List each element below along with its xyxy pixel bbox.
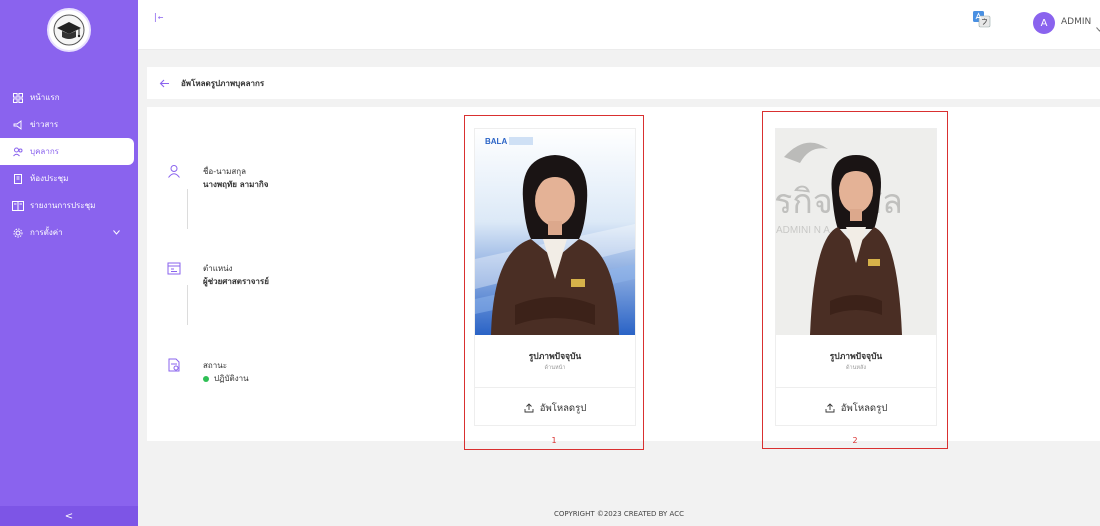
- position-value: ผู้ช่วยศาสตราจารย์: [203, 277, 269, 286]
- sidebar: หน้าแรก ข่าวสาร บุคลากร ห้องประชุม รายงา…: [0, 0, 138, 526]
- user-icon: [167, 163, 181, 178]
- gear-icon: [12, 227, 24, 239]
- chevron-down-icon: [113, 228, 120, 237]
- upload-back-button[interactable]: อัพโหลดรูป: [776, 393, 936, 423]
- sidebar-item-label: การตั้งค่า: [30, 228, 63, 237]
- sidebar-item-meeting-room[interactable]: ห้องประชุม: [0, 165, 134, 192]
- upload-icon: [825, 403, 835, 413]
- photo-card-front: BALA รูปภาพปัจจุบัน ด้านหน้า อัพโหลดรูป: [474, 128, 636, 426]
- calendar-icon: [167, 260, 181, 275]
- frame-number: 2: [852, 436, 858, 445]
- university-logo: [47, 8, 91, 52]
- upload-label: อัพโหลดรูป: [840, 402, 888, 414]
- status-dot: [203, 375, 209, 382]
- name-label: ชื่อ-นามสกุล: [203, 167, 246, 176]
- position-label: ตำแหน่ง: [203, 264, 233, 273]
- sidebar-item-settings[interactable]: การตั้งค่า: [0, 219, 134, 246]
- brand-logo-text: BALA: [485, 137, 507, 146]
- photo-card-back: รกิจ ะศิล ADMINI N A รูปภาพปัจจุบัน ด้าน…: [775, 128, 937, 426]
- photo-side: ด้านหน้า: [544, 365, 566, 371]
- sidebar-item-news[interactable]: ข่าวสาร: [0, 111, 134, 138]
- footer-copyright: COPYRIGHT ©2023 CREATED BY ACC: [554, 510, 684, 518]
- portrait-photo-front: BALA: [475, 129, 635, 335]
- chevron-left-icon: <: [64, 510, 74, 522]
- timeline-line: [187, 189, 188, 229]
- upload-front-button[interactable]: อัพโหลดรูป: [475, 393, 635, 423]
- sidebar-menu: หน้าแรก ข่าวสาร บุคลากร ห้องประชุม รายงา…: [0, 84, 138, 246]
- sidebar-collapse-button[interactable]: <: [0, 506, 138, 526]
- sidebar-item-home[interactable]: หน้าแรก: [0, 84, 134, 111]
- door-icon: [12, 173, 24, 185]
- sidebar-item-meeting-report[interactable]: รายงานการประชุม: [0, 192, 134, 219]
- users-icon: [12, 146, 24, 158]
- sidebar-item-label: บุคลากร: [30, 147, 59, 156]
- photo-side: ด้านหลัง: [845, 365, 867, 371]
- name-value: นางพฤทัย ลามากิจ: [203, 180, 269, 189]
- chevron-down-icon[interactable]: [1096, 17, 1100, 36]
- status-label: สถานะ: [203, 361, 227, 370]
- card-divider: [475, 387, 635, 388]
- frame-number: 1: [551, 436, 557, 445]
- content-card: ชื่อ-นามสกุล นางพฤทัย ลามากิจ ตำแหน่ง ผู…: [147, 107, 1100, 450]
- photo-frame-2: รกิจ ะศิล ADMINI N A รูปภาพปัจจุบัน ด้าน…: [762, 111, 948, 449]
- sidebar-toggle-button[interactable]: |←: [150, 10, 166, 26]
- sidebar-item-label: ข่าวสาร: [30, 120, 59, 129]
- card-divider: [776, 387, 936, 388]
- user-name[interactable]: ADMIN: [1061, 17, 1091, 27]
- topbar: |← A ADMIN: [138, 0, 1100, 50]
- grid-icon: [12, 92, 24, 104]
- translate-icon[interactable]: [972, 10, 992, 28]
- document-icon: [167, 357, 181, 372]
- page-title: อัพโหลดรูปภาพบุคลากร: [181, 77, 265, 88]
- upload-label: อัพโหลดรูป: [539, 402, 587, 414]
- report-icon: [12, 200, 24, 212]
- timeline-line: [187, 285, 188, 325]
- sidebar-item-personnel[interactable]: บุคลากร: [0, 138, 134, 165]
- sidebar-item-label: รายงานการประชุม: [30, 201, 96, 210]
- background-sign-subtext: ADMINI N A: [776, 225, 830, 236]
- megaphone-icon: [12, 119, 24, 131]
- logo-wrap: [0, 0, 138, 84]
- sidebar-item-label: ห้องประชุม: [30, 174, 69, 183]
- photo-caption: รูปภาพปัจจุบัน: [829, 352, 883, 362]
- collapse-toggle-icon: |←: [152, 13, 164, 23]
- status-value: ปฏิบัติงาน: [214, 374, 249, 383]
- portrait-photo-back: รกิจ ะศิล ADMINI N A: [776, 129, 936, 335]
- back-arrow-icon[interactable]: [159, 77, 171, 89]
- avatar[interactable]: A: [1033, 12, 1055, 34]
- status-badge: ปฏิบัติงาน: [203, 372, 249, 385]
- sidebar-item-label: หน้าแรก: [30, 93, 60, 102]
- photo-frame-1: BALA รูปภาพปัจจุบัน ด้านหน้า อัพโหลดรูป …: [464, 115, 644, 450]
- upload-icon: [524, 403, 534, 413]
- photo-caption: รูปภาพปัจจุบัน: [528, 352, 582, 362]
- page-header: อัพโหลดรูปภาพบุคลากร: [147, 67, 1100, 99]
